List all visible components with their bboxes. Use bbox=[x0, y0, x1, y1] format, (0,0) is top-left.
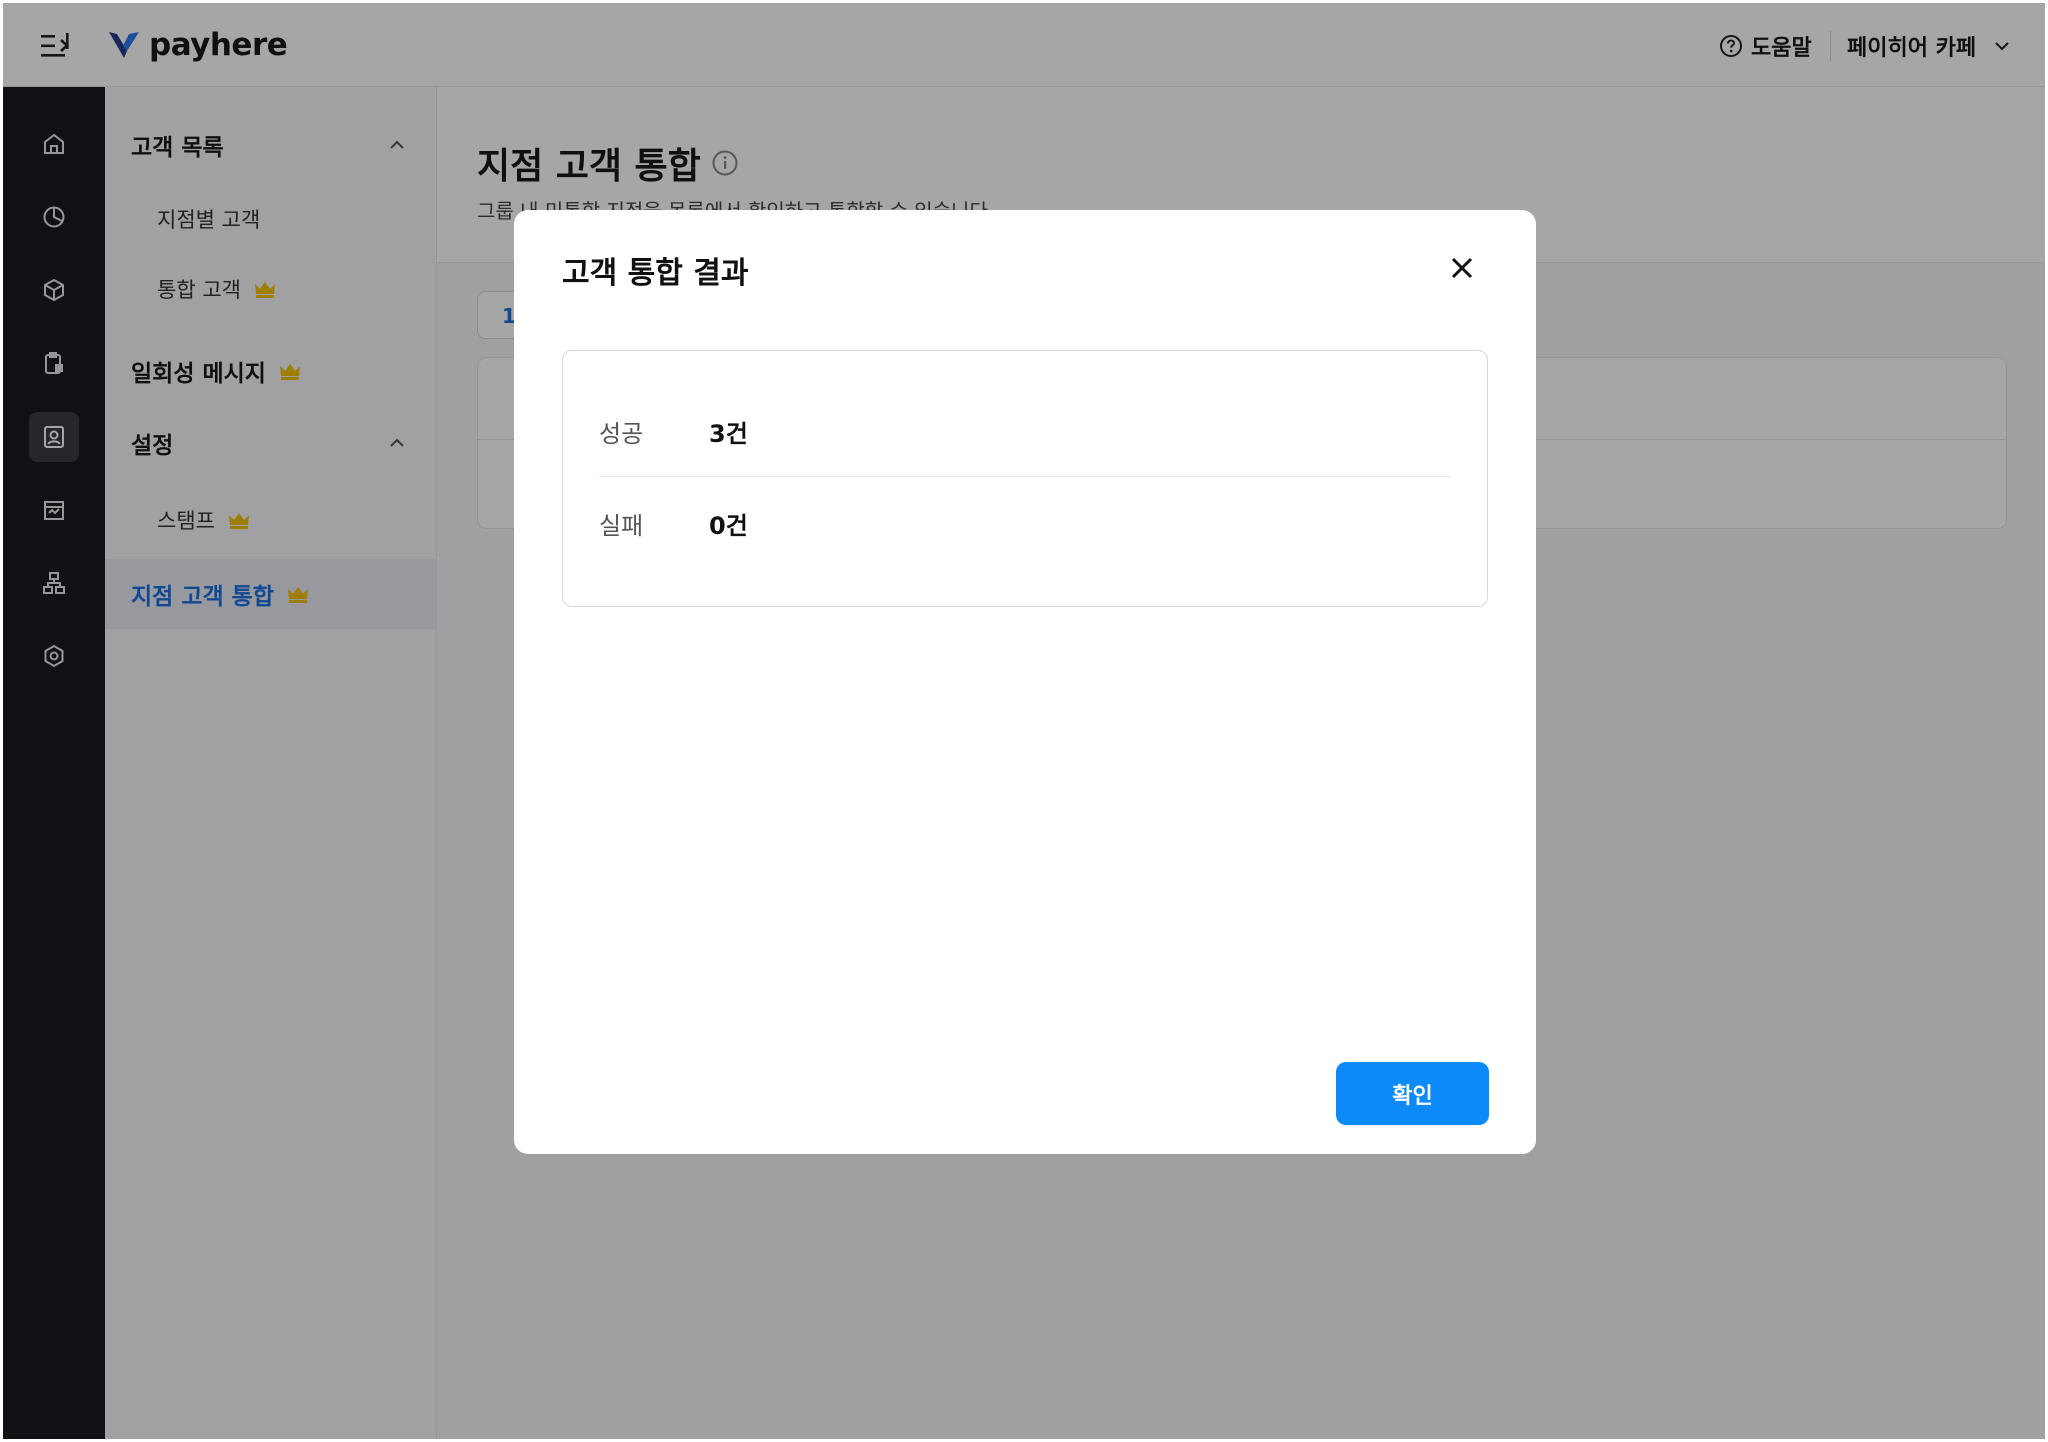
modal-title: 고객 통합 결과 bbox=[562, 256, 749, 291]
result-label: 실패 bbox=[599, 511, 644, 540]
merge-result-modal: 고객 통합 결과 성공 3건 실패 0건 확인 bbox=[514, 210, 1536, 1154]
close-icon[interactable] bbox=[1444, 250, 1480, 286]
result-row-success: 성공 3건 bbox=[599, 387, 1451, 477]
result-summary-box: 성공 3건 실패 0건 bbox=[562, 350, 1488, 607]
result-row-failure: 실패 0건 bbox=[599, 478, 1451, 568]
result-label: 성공 bbox=[599, 420, 644, 448]
result-value: 0건 bbox=[709, 511, 748, 540]
app-window: payhere 도움말 페이히어 카페 고객 목록 지점별 고객 통합 고객 일… bbox=[3, 3, 2045, 1439]
result-value: 3건 bbox=[709, 420, 748, 448]
confirm-button[interactable]: 확인 bbox=[1336, 1062, 1489, 1125]
